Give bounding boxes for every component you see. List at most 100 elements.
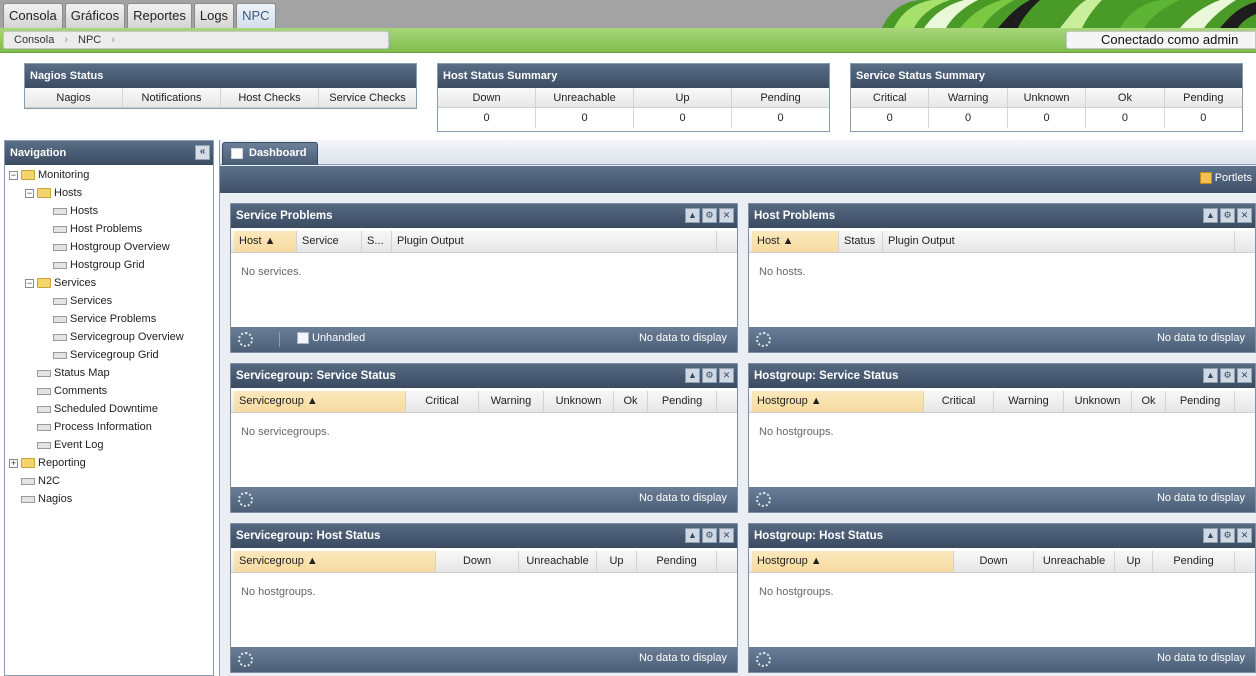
- column-hostgroup[interactable]: Hostgroup ▲: [752, 551, 954, 572]
- column-down[interactable]: Down: [436, 551, 519, 572]
- column-host[interactable]: Host ▲: [234, 231, 297, 252]
- tree-node-hosts[interactable]: Hosts: [53, 202, 98, 220]
- service-summary-value[interactable]: 0: [929, 108, 1008, 128]
- collapse-up-icon[interactable]: ▲: [1203, 208, 1218, 223]
- tree-node-service-problems[interactable]: Service Problems: [53, 310, 156, 328]
- collapse-up-icon[interactable]: ▲: [1203, 528, 1218, 543]
- tree-node-servicegroup-grid[interactable]: Servicegroup Grid: [53, 346, 159, 364]
- column-warning[interactable]: Warning: [479, 391, 544, 412]
- collapse-icon[interactable]: −: [25, 278, 34, 288]
- tree-node-scheduled-downtime[interactable]: Scheduled Downtime: [37, 400, 158, 418]
- host-summary-value[interactable]: 0: [732, 108, 829, 128]
- column-critical[interactable]: Critical: [406, 391, 479, 412]
- close-icon[interactable]: ✕: [719, 528, 734, 543]
- refresh-icon[interactable]: [756, 652, 771, 667]
- column-plugin-output[interactable]: Plugin Output: [392, 231, 717, 252]
- column-servicegroup[interactable]: Servicegroup ▲: [234, 551, 436, 572]
- tree-node-comments[interactable]: Comments: [37, 382, 107, 400]
- gear-icon[interactable]: ⚙: [702, 528, 717, 543]
- refresh-icon[interactable]: [238, 332, 253, 347]
- tab-consola[interactable]: Consola: [3, 3, 63, 28]
- column-status[interactable]: S...: [362, 231, 392, 252]
- collapse-up-icon[interactable]: ▲: [1203, 368, 1218, 383]
- collapse-up-icon[interactable]: ▲: [685, 368, 700, 383]
- refresh-icon[interactable]: [238, 652, 253, 667]
- tree-node-hosts-folder[interactable]: − Hosts: [25, 184, 82, 202]
- tab-graficos[interactable]: Gráficos: [64, 3, 126, 28]
- column-host[interactable]: Host ▲: [752, 231, 839, 252]
- column-critical[interactable]: Critical: [924, 391, 994, 412]
- tree-node-monitoring[interactable]: − Monitoring: [9, 166, 89, 184]
- close-icon[interactable]: ✕: [719, 368, 734, 383]
- collapse-up-icon[interactable]: ▲: [685, 528, 700, 543]
- tree-node-host-problems[interactable]: Host Problems: [53, 220, 142, 238]
- tab-npc[interactable]: NPC: [236, 3, 276, 28]
- column-down[interactable]: Down: [954, 551, 1034, 572]
- service-summary-value[interactable]: 0: [1165, 108, 1242, 128]
- column-unknown[interactable]: Unknown: [544, 391, 614, 412]
- service-summary-value[interactable]: 0: [851, 108, 930, 128]
- tab-reportes[interactable]: Reportes: [127, 3, 192, 28]
- tree-node-status-map[interactable]: Status Map: [37, 364, 110, 382]
- host-summary-value[interactable]: 0: [536, 108, 634, 128]
- gear-icon[interactable]: ⚙: [702, 208, 717, 223]
- column-status[interactable]: Status: [839, 231, 883, 252]
- column-hostgroup[interactable]: Hostgroup ▲: [752, 391, 924, 412]
- column-warning[interactable]: Warning: [994, 391, 1064, 412]
- collapse-icon[interactable]: −: [25, 188, 34, 198]
- column-servicegroup[interactable]: Servicegroup ▲: [234, 391, 406, 412]
- portlets-button[interactable]: Portlets: [1199, 172, 1252, 184]
- tree-node-reporting[interactable]: + Reporting: [9, 454, 86, 472]
- unhandled-filter-button[interactable]: Unhandled: [297, 332, 365, 344]
- nagios-status-col[interactable]: Nagios: [25, 88, 123, 108]
- gear-icon[interactable]: ⚙: [1220, 368, 1235, 383]
- service-summary-value[interactable]: 0: [1086, 108, 1165, 128]
- tree-node-event-log[interactable]: Event Log: [37, 436, 104, 454]
- nagios-status-col[interactable]: Service Checks: [319, 88, 416, 108]
- collapse-left-icon[interactable]: «: [195, 145, 210, 160]
- tree-node-nagios[interactable]: Nagios: [21, 490, 72, 508]
- gear-icon[interactable]: ⚙: [1220, 208, 1235, 223]
- refresh-icon[interactable]: [756, 332, 771, 347]
- user-status[interactable]: Conectado como admin: [1066, 31, 1256, 49]
- column-pending[interactable]: Pending: [1153, 551, 1235, 572]
- host-summary-value[interactable]: 0: [634, 108, 732, 128]
- host-summary-value[interactable]: 0: [438, 108, 536, 128]
- breadcrumb-item-consola[interactable]: Consola: [4, 34, 64, 46]
- tree-node-process-information[interactable]: Process Information: [37, 418, 152, 436]
- close-icon[interactable]: ✕: [1237, 528, 1252, 543]
- breadcrumb-item-npc[interactable]: NPC: [68, 34, 111, 46]
- column-pending[interactable]: Pending: [1166, 391, 1235, 412]
- column-service[interactable]: Service: [297, 231, 362, 252]
- column-pending[interactable]: Pending: [637, 551, 717, 572]
- gear-icon[interactable]: ⚙: [702, 368, 717, 383]
- tree-node-services[interactable]: Services: [53, 292, 112, 310]
- column-unreachable[interactable]: Unreachable: [519, 551, 597, 572]
- column-up[interactable]: Up: [1115, 551, 1153, 572]
- collapse-icon[interactable]: −: [9, 170, 18, 180]
- refresh-icon[interactable]: [238, 492, 253, 507]
- close-icon[interactable]: ✕: [719, 208, 734, 223]
- service-summary-value[interactable]: 0: [1008, 108, 1087, 128]
- close-icon[interactable]: ✕: [1237, 208, 1252, 223]
- close-icon[interactable]: ✕: [1237, 368, 1252, 383]
- tree-node-services-folder[interactable]: − Services: [25, 274, 96, 292]
- tab-dashboard[interactable]: Dashboard: [222, 142, 318, 165]
- nagios-status-col[interactable]: Notifications: [123, 88, 221, 108]
- column-unknown[interactable]: Unknown: [1064, 391, 1132, 412]
- tree-node-servicegroup-overview[interactable]: Servicegroup Overview: [53, 328, 184, 346]
- tree-node-hostgroup-grid[interactable]: Hostgroup Grid: [53, 256, 145, 274]
- nagios-status-col[interactable]: Host Checks: [221, 88, 319, 108]
- gear-icon[interactable]: ⚙: [1220, 528, 1235, 543]
- expand-icon[interactable]: +: [9, 458, 18, 468]
- column-up[interactable]: Up: [597, 551, 637, 572]
- collapse-up-icon[interactable]: ▲: [685, 208, 700, 223]
- column-pending[interactable]: Pending: [648, 391, 717, 412]
- tab-logs[interactable]: Logs: [193, 3, 235, 28]
- column-ok[interactable]: Ok: [1132, 391, 1166, 412]
- column-plugin-output[interactable]: Plugin Output: [883, 231, 1235, 252]
- tree-node-n2c[interactable]: N2C: [21, 472, 60, 490]
- column-ok[interactable]: Ok: [614, 391, 648, 412]
- tree-node-hostgroup-overview[interactable]: Hostgroup Overview: [53, 238, 170, 256]
- column-unreachable[interactable]: Unreachable: [1034, 551, 1115, 572]
